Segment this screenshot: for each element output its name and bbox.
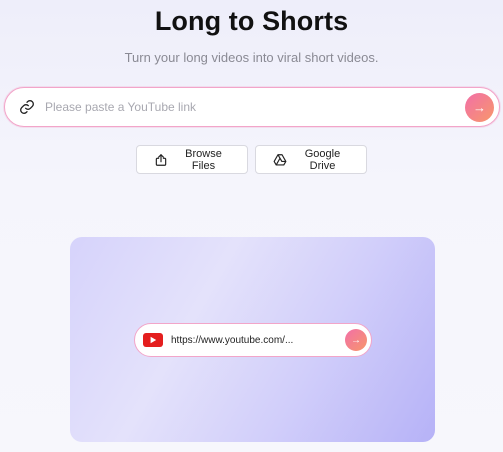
page-subtitle: Turn your long videos into viral short v… (124, 50, 379, 65)
demo-preview-card: https://www.youtube.com/... → (70, 237, 435, 442)
browse-files-button[interactable]: Browse Files (136, 145, 248, 174)
page-title: Long to Shorts (154, 6, 349, 36)
upload-actions: Browse Files Google Drive (0, 145, 503, 174)
browse-files-label: Browse Files (185, 147, 222, 172)
submit-link-button[interactable]: → (465, 92, 494, 122)
youtube-icon (143, 333, 163, 347)
youtube-link-bar: → (4, 87, 500, 127)
demo-link-bar: https://www.youtube.com/... → (134, 323, 372, 357)
google-drive-label: Google Drive (304, 147, 341, 172)
arrow-right-icon: → (351, 334, 361, 346)
google-drive-button[interactable]: Google Drive (255, 145, 367, 174)
arrow-right-icon: → (473, 99, 486, 115)
youtube-link-input[interactable] (45, 100, 465, 114)
link-icon (18, 98, 36, 116)
demo-submit-button: → (345, 329, 367, 351)
demo-url-text: https://www.youtube.com/... (171, 334, 294, 346)
upload-icon (154, 153, 168, 167)
google-drive-icon (273, 153, 287, 167)
